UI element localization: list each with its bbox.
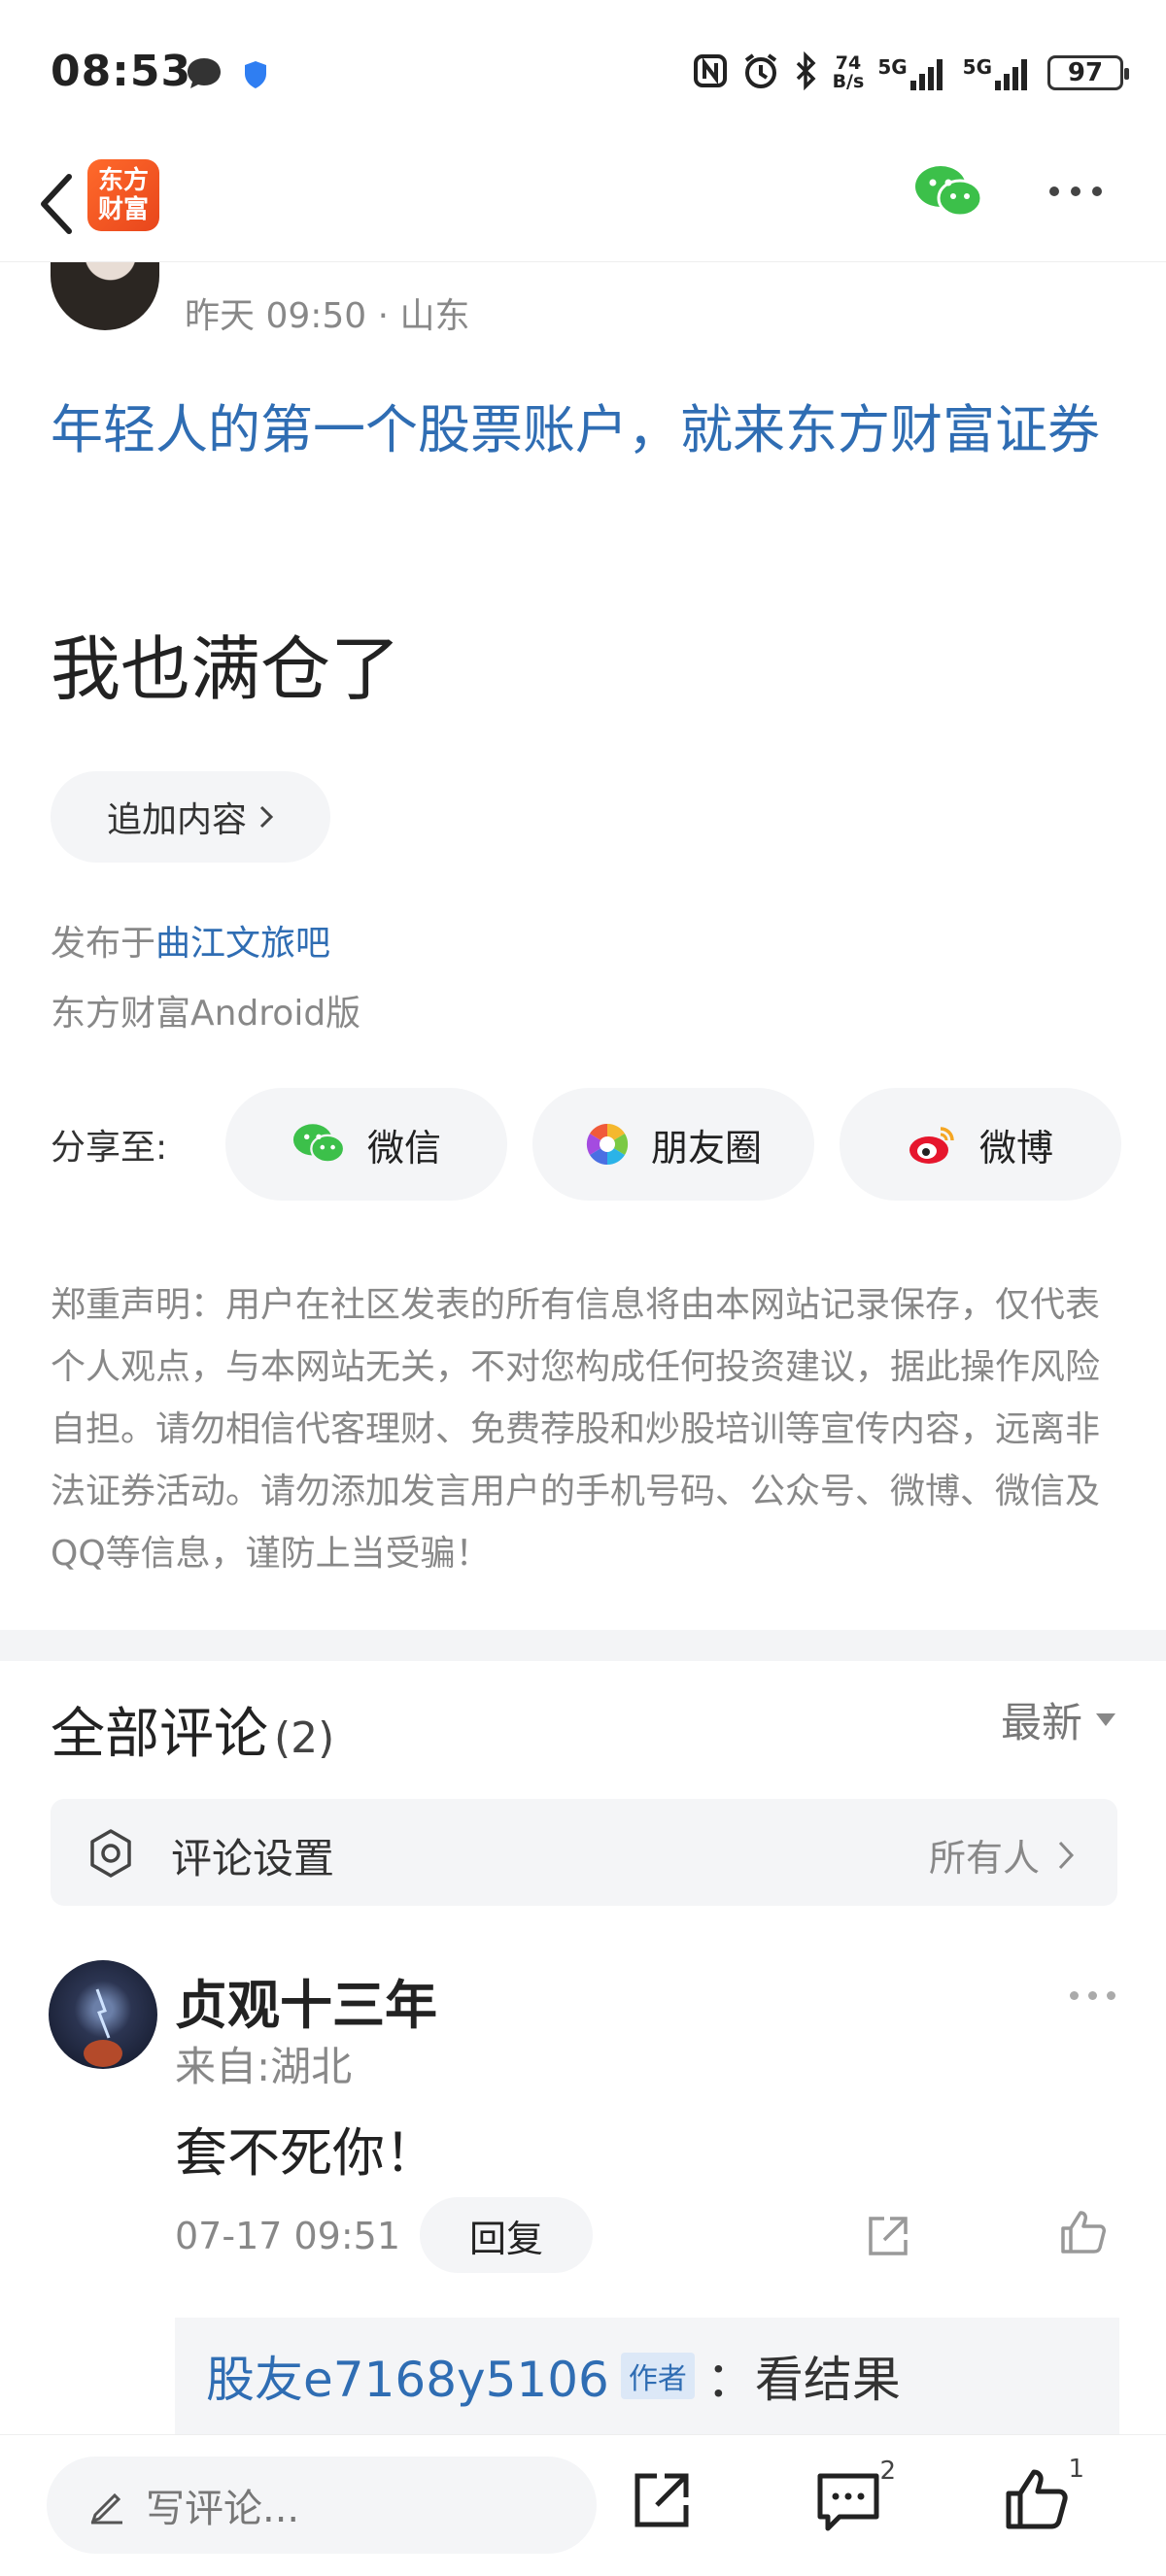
append-content-label: 追加内容 bbox=[106, 800, 247, 840]
share-label: 分享至: bbox=[51, 1128, 168, 1168]
like-icon[interactable]: 1 bbox=[1005, 2455, 1084, 2536]
alarm-icon bbox=[741, 51, 780, 94]
comment-count-badge: 2 bbox=[879, 2457, 896, 2486]
comment-settings-row[interactable]: 评论设置 所有人 bbox=[51, 1799, 1117, 1906]
dot bbox=[1070, 1991, 1079, 2000]
client-version: 东方财富Android版 bbox=[51, 994, 361, 1034]
status-indicators: 74 B/s 5G 5G 97 bbox=[693, 47, 1129, 99]
post-body: 我也满仓了 bbox=[51, 628, 401, 710]
reply-button[interactable]: 回复 bbox=[420, 2197, 593, 2273]
caret-down-icon bbox=[1096, 1713, 1115, 1726]
wechat-share-button[interactable] bbox=[913, 163, 983, 225]
moments-icon bbox=[586, 1123, 629, 1166]
nfc-icon bbox=[693, 53, 728, 92]
dot bbox=[1107, 1991, 1115, 2000]
back-button[interactable] bbox=[21, 165, 89, 243]
logo-line-2: 财富 bbox=[97, 195, 149, 224]
dot bbox=[1088, 1991, 1097, 2000]
share-moments-label: 朋友圈 bbox=[650, 1126, 762, 1169]
network-speed: 74 B/s bbox=[833, 54, 865, 91]
sub-reply[interactable]: 股友e7168y5106 作者 ：看结果 bbox=[175, 2318, 1119, 2434]
comments-title-label: 全部评论 bbox=[51, 1703, 268, 1766]
chevron-right-icon bbox=[259, 805, 274, 829]
battery-icon: 97 bbox=[1047, 55, 1129, 90]
share-weibo-button[interactable]: 微博 bbox=[840, 1088, 1121, 1201]
section-divider bbox=[0, 1630, 1166, 1661]
logo-line-1: 东方 bbox=[97, 166, 149, 195]
share-weibo-label: 微博 bbox=[978, 1126, 1053, 1169]
comment-time: 07-17 09:51 bbox=[175, 2215, 401, 2257]
signal-bars-icon bbox=[995, 59, 1027, 90]
post-title[interactable]: 年轻人的第一个股票账户，就来东方财富证券 bbox=[51, 389, 1129, 472]
dot bbox=[1049, 186, 1059, 196]
share-wechat-label: 微信 bbox=[366, 1126, 441, 1169]
speed-unit: B/s bbox=[832, 71, 865, 92]
gear-icon bbox=[86, 1828, 136, 1882]
share-moments-button[interactable]: 朋友圈 bbox=[532, 1088, 814, 1201]
nav-bar: 东方 财富 bbox=[0, 146, 1166, 262]
disclaimer: 郑重声明：用户在社区发表的所有信息将由本网站记录保存，仅代表个人观点，与本网站无… bbox=[51, 1285, 1101, 1574]
comment-like-icon[interactable] bbox=[1059, 2209, 1108, 2259]
status-bar: 08:53 74 B/s 5G 5G 97 bbox=[0, 0, 1166, 146]
sub-reply-text: ：看结果 bbox=[705, 2352, 901, 2408]
share-wechat-button[interactable]: 微信 bbox=[225, 1088, 507, 1201]
author-badge: 作者 bbox=[620, 2353, 695, 2399]
signal-5g-1: 5G bbox=[877, 55, 948, 90]
forum-link[interactable]: 曲江文旅吧 bbox=[155, 924, 330, 964]
post-meta: 昨天 09:50 · 山东 bbox=[185, 296, 470, 336]
sort-value: 最新 bbox=[1000, 1699, 1082, 1746]
comments-count: (2) bbox=[274, 1713, 335, 1763]
signal-label-2: 5G bbox=[962, 55, 992, 79]
comment-icon[interactable]: 2 bbox=[816, 2457, 896, 2536]
status-time: 08:53 bbox=[51, 47, 192, 96]
commenter-location: 来自:湖北 bbox=[175, 2043, 353, 2090]
dot bbox=[1092, 186, 1102, 196]
published-in: 发布于曲江文旅吧 bbox=[51, 915, 330, 966]
wechat-icon bbox=[915, 166, 983, 218]
signal-5g-2: 5G bbox=[963, 55, 1034, 90]
sub-reply-author[interactable]: 股友e7168y5106 bbox=[206, 2341, 609, 2411]
pencil-icon bbox=[90, 2492, 122, 2525]
signal-label-1: 5G bbox=[877, 55, 908, 79]
comments-title: 全部评论 (2) bbox=[51, 1690, 334, 1769]
commenter-name[interactable]: 贞观十三年 bbox=[175, 1962, 437, 2039]
chat-bubble-icon bbox=[185, 54, 223, 97]
shield-icon bbox=[243, 60, 268, 93]
wechat-icon bbox=[292, 1124, 346, 1164]
commenter-avatar[interactable] bbox=[49, 1960, 157, 2069]
app-logo[interactable]: 东方 财富 bbox=[87, 159, 159, 231]
bottom-bar: 写评论... 2 1 bbox=[0, 2434, 1166, 2576]
comment-text: 套不死你！ bbox=[175, 2122, 437, 2184]
dot bbox=[1071, 186, 1080, 196]
comment-settings-value: 所有人 bbox=[929, 1828, 1075, 1881]
comment-settings-label: 评论设置 bbox=[171, 1835, 335, 1882]
bluetooth-icon bbox=[794, 51, 819, 94]
comment-visibility: 所有人 bbox=[928, 1837, 1040, 1880]
more-options-icon[interactable] bbox=[1049, 186, 1102, 196]
share-icon[interactable] bbox=[632, 2470, 692, 2534]
published-prefix: 发布于 bbox=[51, 924, 156, 964]
signal-bars-icon bbox=[909, 59, 943, 90]
write-comment-input[interactable]: 写评论... bbox=[47, 2457, 597, 2554]
like-count-badge: 1 bbox=[1068, 2455, 1084, 2484]
chevron-right-icon bbox=[1058, 1841, 1075, 1869]
append-content-button[interactable]: 追加内容 bbox=[51, 771, 330, 863]
chevron-left-icon bbox=[41, 174, 72, 234]
weibo-icon bbox=[909, 1127, 954, 1164]
write-comment-placeholder: 写评论... bbox=[146, 2487, 300, 2531]
comment-more-icon[interactable] bbox=[1070, 1991, 1115, 2000]
comment-share-icon[interactable] bbox=[865, 2213, 911, 2263]
sort-dropdown[interactable]: 最新 bbox=[1001, 1690, 1115, 1749]
